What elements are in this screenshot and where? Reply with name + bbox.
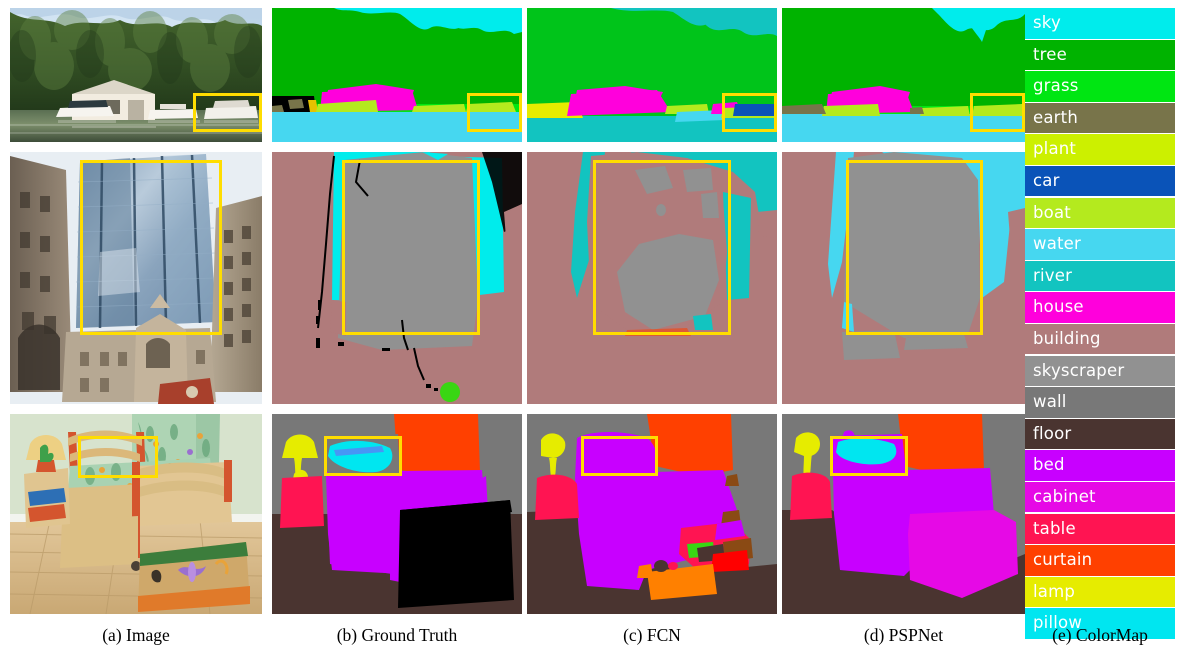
colormap-entry-boat: boat bbox=[1025, 197, 1175, 229]
colormap-label: building bbox=[1033, 328, 1101, 348]
segmentation-row1-fcn bbox=[527, 8, 777, 142]
caption-ground-truth: (b) Ground Truth bbox=[336, 625, 458, 645]
cell-row3-ground-truth bbox=[272, 414, 522, 614]
colormap-entry-water: water bbox=[1025, 229, 1175, 260]
colormap-entry-sky: sky bbox=[1025, 8, 1175, 39]
segmentation-row2-pspnet bbox=[782, 152, 1025, 404]
colormap-entry-skyscraper: skyscraper bbox=[1025, 355, 1175, 387]
colormap-label: earth bbox=[1033, 107, 1078, 127]
colormap-entry-wall: wall bbox=[1025, 387, 1175, 418]
cell-row1-pspnet bbox=[782, 8, 1025, 142]
colormap-entry-grass: grass bbox=[1025, 71, 1175, 102]
colormap-entry-tree: tree bbox=[1025, 39, 1175, 71]
colormap-label: house bbox=[1033, 297, 1084, 317]
colormap-label: boat bbox=[1033, 202, 1071, 222]
colormap-label: wall bbox=[1033, 392, 1067, 412]
colormap-entry-house: house bbox=[1025, 292, 1175, 323]
photo-skyscraper bbox=[10, 152, 262, 404]
colormap-legend: sky tree grass earth plant car boat water river h… bbox=[1025, 8, 1175, 640]
cell-row3-image bbox=[10, 414, 262, 614]
caption-pspnet: (d) PSPNet bbox=[863, 625, 944, 645]
cell-row2-pspnet bbox=[782, 152, 1025, 404]
cell-row3-pspnet bbox=[782, 414, 1025, 614]
segmentation-row3-gt bbox=[272, 414, 522, 614]
cell-row2-fcn bbox=[527, 152, 777, 404]
colormap-entry-cabinet: cabinet bbox=[1025, 481, 1175, 513]
colormap-label: skyscraper bbox=[1033, 360, 1125, 380]
caption-image: (a) Image bbox=[102, 625, 170, 645]
colormap-label: plant bbox=[1033, 139, 1077, 159]
caption-fcn: (c) FCN bbox=[623, 625, 681, 645]
colormap-entry-bed: bed bbox=[1025, 450, 1175, 481]
cell-row1-image bbox=[10, 8, 262, 142]
colormap-label: tree bbox=[1033, 44, 1067, 64]
colormap-label: cabinet bbox=[1033, 486, 1096, 506]
cell-row2-ground-truth bbox=[272, 152, 522, 404]
caption-colormap: (e) ColorMap bbox=[1052, 625, 1148, 645]
colormap-entry-river: river bbox=[1025, 260, 1175, 292]
colormap-label: floor bbox=[1033, 423, 1072, 443]
colormap-label: bed bbox=[1033, 455, 1065, 475]
photo-bedroom bbox=[10, 414, 262, 614]
colormap-label: car bbox=[1033, 170, 1060, 190]
colormap-entry-building: building bbox=[1025, 323, 1175, 355]
colormap-entry-earth: earth bbox=[1025, 102, 1175, 134]
colormap-entry-floor: floor bbox=[1025, 418, 1175, 450]
colormap-label: table bbox=[1033, 518, 1076, 538]
colormap-label: lamp bbox=[1033, 581, 1076, 601]
segmentation-row1-gt bbox=[272, 8, 522, 142]
cell-row3-fcn bbox=[527, 414, 777, 614]
colormap-label: sky bbox=[1033, 13, 1061, 32]
colormap-label: grass bbox=[1033, 76, 1079, 96]
colormap-entry-curtain: curtain bbox=[1025, 545, 1175, 576]
colormap-label: water bbox=[1033, 234, 1082, 254]
segmentation-row3-pspnet bbox=[782, 414, 1025, 614]
colormap-entry-lamp: lamp bbox=[1025, 576, 1175, 608]
colormap-label: curtain bbox=[1033, 550, 1093, 570]
segmentation-row2-fcn bbox=[527, 152, 777, 404]
segmentation-row1-pspnet bbox=[782, 8, 1025, 142]
cell-row1-ground-truth bbox=[272, 8, 522, 142]
colormap-entry-plant: plant bbox=[1025, 134, 1175, 165]
colormap-entry-table: table bbox=[1025, 513, 1175, 544]
cell-row1-fcn bbox=[527, 8, 777, 142]
comparison-figure: sky tree grass earth plant car boat water river h… bbox=[0, 0, 1182, 649]
photo-boathouse bbox=[10, 8, 262, 142]
colormap-entry-car: car bbox=[1025, 165, 1175, 197]
cell-row2-image bbox=[10, 152, 262, 404]
segmentation-row2-gt bbox=[272, 152, 522, 404]
colormap-label: river bbox=[1033, 265, 1073, 285]
segmentation-row3-fcn bbox=[527, 414, 777, 614]
